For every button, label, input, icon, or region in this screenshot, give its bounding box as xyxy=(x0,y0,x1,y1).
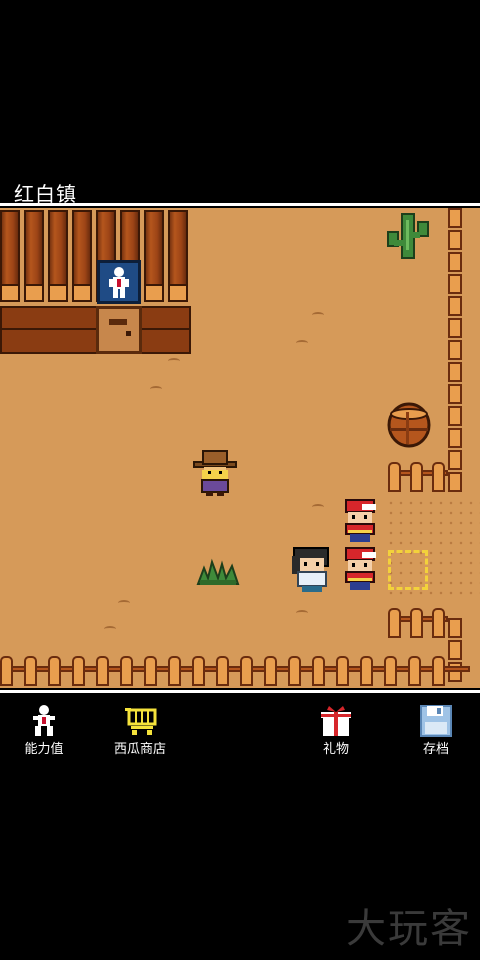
ground-tuft xyxy=(312,312,324,318)
tile-selection-cursor[interactable] xyxy=(388,550,428,590)
bottom-divider xyxy=(0,690,480,693)
watermelon-shop-button[interactable]: 西瓜商店 xyxy=(100,696,180,760)
save-button[interactable]: 存档 xyxy=(396,696,476,760)
watermark: 大玩客 xyxy=(346,906,472,952)
ground-tuft xyxy=(118,600,130,606)
floppy-disk-icon xyxy=(420,705,452,737)
save-label: 存档 xyxy=(422,742,449,757)
bottom-nav: 能力值 西瓜商店 礼物 存档 xyxy=(0,696,480,760)
red-cap-npc[interactable] xyxy=(340,496,380,544)
gift-box-icon xyxy=(321,706,351,736)
ground-tuft xyxy=(150,386,162,392)
player-character[interactable] xyxy=(290,544,334,594)
stats-person-icon xyxy=(33,705,55,736)
ground-tuft xyxy=(296,610,308,616)
stats-shop-sign xyxy=(97,260,141,304)
ground-tuft xyxy=(312,504,324,510)
ground-tuft xyxy=(296,340,308,346)
log-building xyxy=(0,210,191,360)
shopping-cart-icon xyxy=(125,708,157,735)
gift-label: 礼物 xyxy=(322,742,349,757)
shop-label: 西瓜商店 xyxy=(113,742,166,757)
red-cap-npc-2[interactable] xyxy=(340,544,380,592)
stats-button[interactable]: 能力值 xyxy=(4,696,84,760)
cactus xyxy=(387,213,429,259)
ground-tuft xyxy=(168,358,180,364)
building-door[interactable] xyxy=(96,306,142,354)
gift-button[interactable]: 礼物 xyxy=(296,696,376,760)
ground-tuft xyxy=(104,626,116,632)
top-divider xyxy=(0,203,480,206)
game-map[interactable] xyxy=(0,208,480,688)
stats-label: 能力值 xyxy=(24,742,64,757)
wooden-barrel[interactable] xyxy=(386,402,432,448)
grass-bush xyxy=(196,558,240,585)
cowboy-npc[interactable] xyxy=(192,448,238,498)
